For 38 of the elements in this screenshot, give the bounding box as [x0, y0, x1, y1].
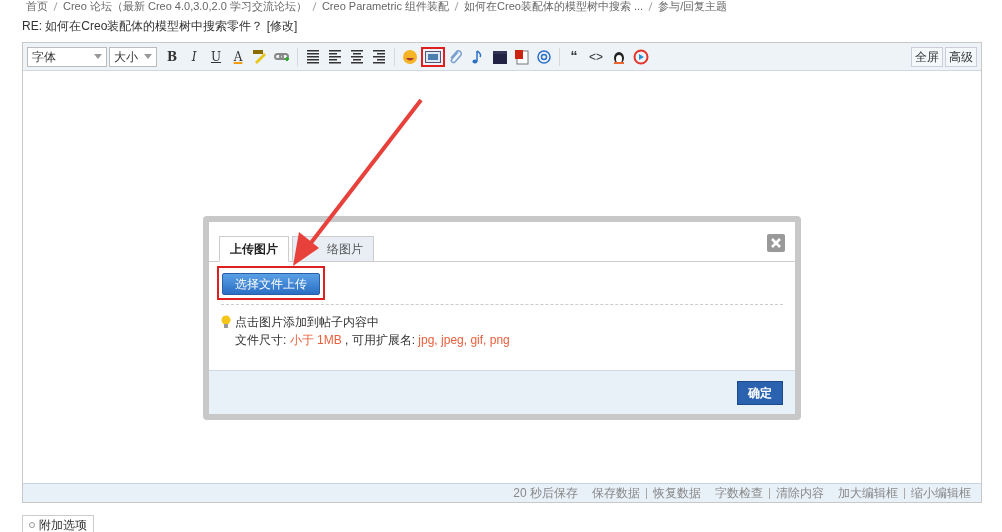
- image-icon: [425, 50, 441, 63]
- format-button[interactable]: A: [227, 47, 249, 66]
- image-button[interactable]: [421, 46, 445, 67]
- smiley-icon[interactable]: [402, 48, 418, 65]
- file-size-text: 文件尺寸: 小于 1MB , 可用扩展名: jpg, jpeg, gif, png: [234, 332, 511, 349]
- toolbar-text-button[interactable]: 全屏: [911, 46, 943, 67]
- lightbulb-icon: [221, 315, 231, 329]
- autosave-text: 20 秒后保存: [513, 485, 578, 502]
- format-button[interactable]: U: [205, 47, 227, 66]
- size-select[interactable]: 大小: [109, 46, 157, 67]
- extra-options-toggle[interactable]: 附加选项: [22, 515, 94, 532]
- upload-button[interactable]: 选择文件上传: [222, 273, 320, 295]
- align-icon[interactable]: [349, 48, 365, 65]
- breadcrumb-link[interactable]: 参与/回复主题: [658, 0, 728, 12]
- code-button[interactable]: <>: [584, 47, 608, 66]
- align-icon[interactable]: [305, 48, 321, 65]
- paperclip-icon[interactable]: [448, 48, 464, 65]
- align-icon[interactable]: [327, 48, 343, 65]
- format-button[interactable]: I: [183, 47, 205, 66]
- breadcrumb-link[interactable]: Creo 论坛（最新 Creo 4.0,3.0,2.0 学习交流论坛）: [63, 0, 307, 12]
- caret-icon: [94, 54, 102, 59]
- play-logo-icon[interactable]: [633, 48, 649, 65]
- breadcrumb-link[interactable]: 如何在Creo装配体的模型树中搜索 ...: [464, 0, 644, 12]
- caret-icon: [144, 54, 152, 59]
- post-title: RE: 如何在Creo装配体的模型树中搜索零件？ [修改]: [21, 18, 299, 35]
- document-icon[interactable]: [514, 48, 530, 65]
- spellcheck-icon[interactable]: [252, 48, 268, 65]
- confirm-button[interactable]: 确定: [737, 380, 783, 405]
- quote-button[interactable]: “: [564, 46, 584, 67]
- close-icon[interactable]: [767, 234, 785, 252]
- font-select[interactable]: 字体: [27, 46, 107, 67]
- align-icon[interactable]: [371, 48, 387, 65]
- format-button[interactable]: B: [161, 47, 183, 66]
- breadcrumb-link[interactable]: Creo Parametric 组件装配: [321, 0, 450, 12]
- breadcrumb-link[interactable]: 首页: [26, 0, 48, 12]
- toolbar-text-button[interactable]: 高级: [945, 46, 977, 67]
- tip-text: 点击图片添加到帖子内容中: [235, 314, 379, 331]
- dialog-tab[interactable]: 上传图片: [219, 236, 289, 262]
